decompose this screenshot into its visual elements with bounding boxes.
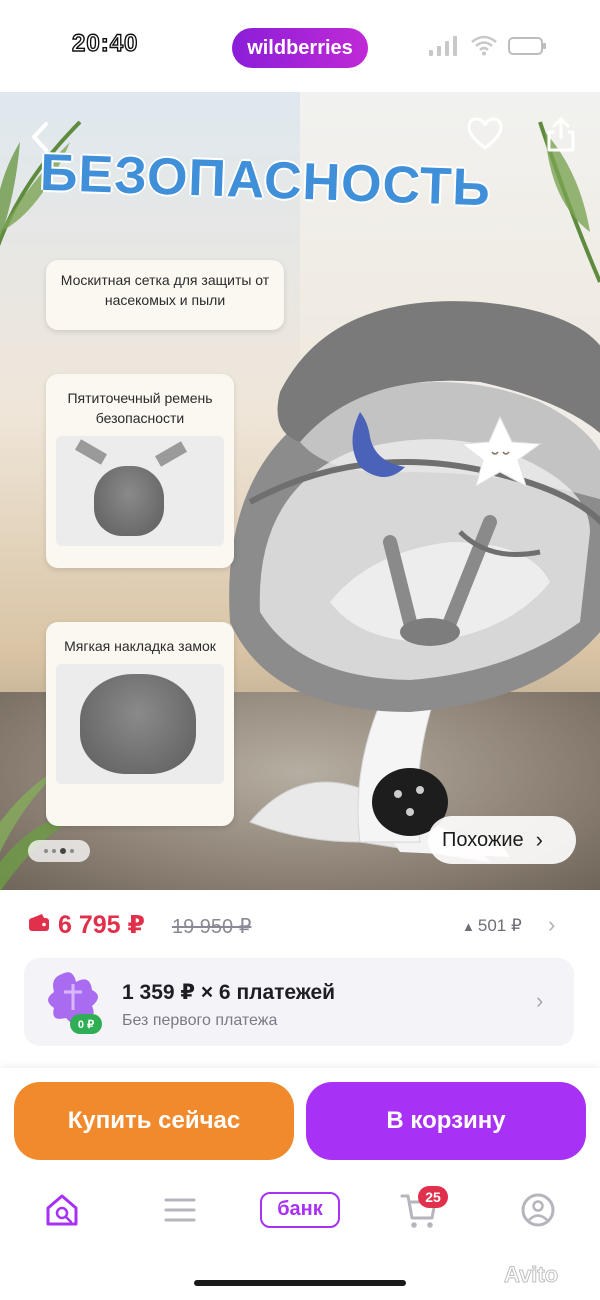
slide-dot	[70, 849, 74, 853]
slide-dot-active	[60, 848, 66, 854]
add-to-cart-button[interactable]: В корзину	[306, 1082, 586, 1160]
callout-text: Пятиточечный ремень безопасности	[67, 390, 213, 426]
bottom-navigation: банк 25 Avito	[0, 1180, 600, 1300]
menu-icon[interactable]	[164, 1194, 196, 1226]
price-increase-value: 501 ₽	[477, 916, 522, 935]
battery-icon	[508, 37, 546, 55]
profile-icon[interactable]	[520, 1192, 556, 1228]
slide-dot	[44, 849, 48, 853]
cart-count-badge: 25	[418, 1186, 448, 1208]
price-increase: ▲ 501 ₽	[462, 916, 522, 936]
installment-card[interactable]: 0 ₽ 1 359 ₽ × 6 платежей Без первого пла…	[24, 958, 574, 1046]
signal-icon	[429, 36, 457, 56]
product-page: 20:40 wildberries БЕЗОПАСНОСТЬ Москитная…	[0, 0, 600, 1300]
home-search-icon[interactable]	[44, 1192, 80, 1228]
callout-card: Москитная сетка для защиты от насекомых …	[46, 260, 284, 330]
chevron-right-icon: ›	[536, 988, 544, 1013]
callout-card: Мягкая накладка замок	[46, 622, 234, 826]
callout-text: Москитная сетка для защиты от насекомых …	[60, 272, 270, 308]
similar-label: Похожие	[442, 828, 524, 851]
wallet-icon	[29, 914, 49, 931]
slide-dot	[52, 849, 56, 853]
heart-icon[interactable]	[466, 116, 504, 152]
action-bar: Купить сейчас В корзину	[0, 1068, 600, 1180]
share-icon[interactable]	[544, 116, 578, 154]
slide-indicator	[28, 840, 90, 862]
price-row[interactable]: 6 795 ₽ 19 950 ₽ ▲ 501 ₽ ›	[0, 898, 600, 954]
old-price: 19 950 ₽	[172, 916, 252, 938]
current-price: 6 795 ₽	[58, 911, 145, 939]
home-indicator	[194, 1280, 406, 1286]
installment-title: 1 359 ₽ × 6 платежей	[122, 981, 336, 1004]
product-image-gallery[interactable]: БЕЗОПАСНОСТЬ Москитная сетка для защиты …	[0, 92, 600, 890]
triangle-up-icon: ▲	[462, 919, 475, 934]
installment-icon: 0 ₽	[48, 972, 102, 1034]
harness-photo	[56, 436, 224, 546]
status-bar: 20:40 wildberries	[0, 0, 600, 92]
pad-photo	[56, 664, 224, 784]
bank-tab[interactable]: банк	[260, 1192, 340, 1228]
avito-watermark: Avito	[503, 1262, 559, 1288]
chevron-right-icon: ›	[535, 827, 543, 852]
callout-text: Мягкая накладка замок	[64, 638, 216, 654]
chevron-right-icon: ›	[548, 912, 556, 937]
wifi-icon	[471, 35, 497, 56]
similar-button[interactable]: Похожие ›	[428, 816, 576, 864]
callout-card: Пятиточечный ремень безопасности	[46, 374, 234, 568]
installment-subtitle: Без первого платежа	[122, 1012, 278, 1029]
buy-now-button[interactable]: Купить сейчас	[14, 1082, 294, 1160]
installment-badge: 0 ₽	[78, 1019, 94, 1031]
status-time: 20:40	[71, 29, 139, 57]
brand-logo: wildberries	[232, 28, 368, 68]
